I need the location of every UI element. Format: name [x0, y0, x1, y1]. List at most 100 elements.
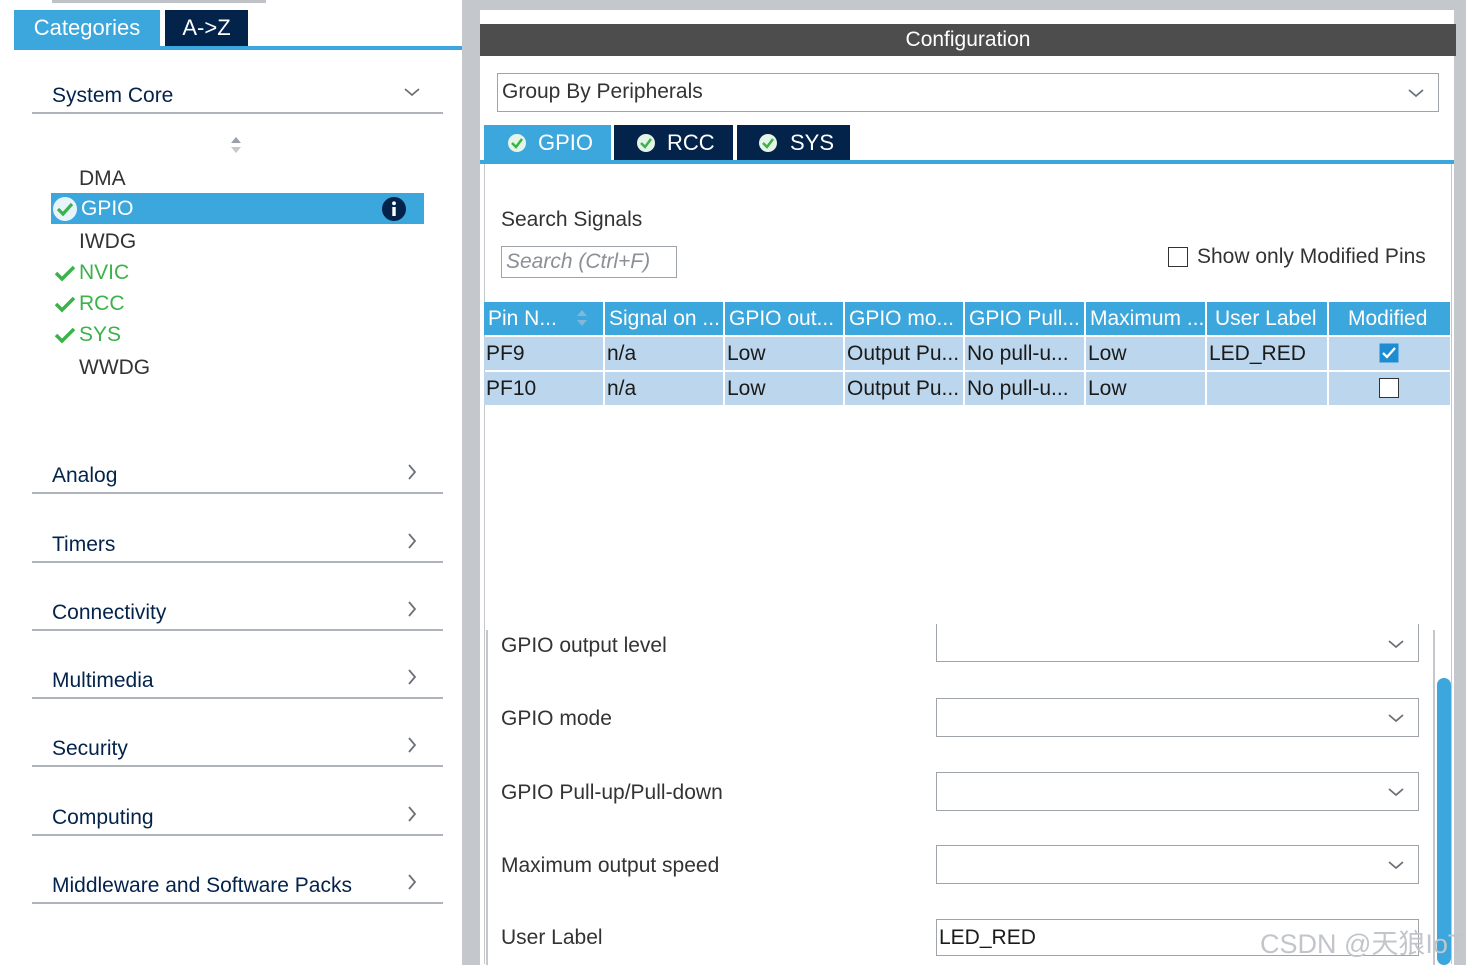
show-modified-checkbox[interactable]	[1168, 247, 1188, 267]
category-middleware[interactable]: Middleware and Software Packs	[32, 862, 443, 904]
cell-gpio-pull: No pull-u...	[965, 372, 1086, 405]
cell-modified	[1329, 337, 1450, 370]
sort-icon	[577, 310, 587, 326]
category-connectivity[interactable]: Connectivity	[32, 589, 443, 631]
configuration-header: Configuration	[480, 24, 1456, 56]
category-analog[interactable]: Analog	[32, 452, 443, 494]
cell-gpio-pull: No pull-u...	[965, 337, 1086, 370]
max-output-speed-label: Maximum output speed	[501, 854, 720, 877]
category-label: Security	[52, 737, 128, 760]
category-timers[interactable]: Timers	[32, 521, 443, 563]
modified-checkbox[interactable]	[1379, 378, 1399, 398]
gpio-config-area	[484, 164, 1452, 964]
check-circle-icon	[637, 134, 655, 152]
chevron-right-icon	[408, 737, 417, 753]
category-multimedia[interactable]: Multimedia	[32, 657, 443, 699]
tab-label: RCC	[667, 130, 715, 155]
cell-gpio-mode: Output Pu...	[845, 337, 965, 370]
chevron-right-icon	[408, 669, 417, 685]
peripheral-item-wwdg[interactable]: WWDG	[51, 352, 424, 383]
item-label: WWDG	[79, 356, 151, 379]
column-header-gpio-output[interactable]: GPIO out...	[725, 302, 845, 335]
item-label: GPIO	[81, 197, 134, 220]
chevron-down-icon	[1388, 714, 1404, 723]
check-circle-icon	[508, 134, 526, 152]
column-header-gpio-mode[interactable]: GPIO mo...	[845, 302, 965, 335]
column-header-signal[interactable]: Signal on ...	[605, 302, 725, 335]
check-circle-icon	[759, 134, 777, 152]
chevron-down-icon	[1408, 89, 1424, 98]
cell-pin: PF9	[484, 337, 605, 370]
cell-modified	[1329, 372, 1450, 405]
cell-user-label: LED_RED	[1207, 337, 1329, 370]
gpio-output-level-label: GPIO output level	[501, 634, 667, 657]
category-security[interactable]: Security	[32, 725, 443, 767]
column-header-max-speed[interactable]: Maximum ...	[1086, 302, 1207, 335]
gpio-mode-select[interactable]	[936, 698, 1419, 737]
gpio-pull-select[interactable]	[936, 772, 1419, 811]
cell-signal: n/a	[605, 372, 725, 405]
tab-underline	[14, 46, 462, 50]
item-label: RCC	[79, 292, 125, 315]
chevron-right-icon	[408, 874, 417, 890]
chevron-down-icon	[1388, 788, 1404, 797]
chevron-right-icon	[408, 601, 417, 617]
category-computing[interactable]: Computing	[32, 794, 443, 836]
column-header-user-label[interactable]: User Label	[1207, 302, 1329, 335]
tab-label: SYS	[790, 130, 835, 155]
category-label: Analog	[52, 464, 118, 487]
watermark: CSDN @天狼IoT	[1260, 929, 1465, 959]
item-label: NVIC	[79, 261, 130, 284]
scrollbar-track[interactable]	[1433, 630, 1435, 965]
checkmark-icon	[54, 327, 76, 344]
item-label: SYS	[79, 323, 122, 346]
peripheral-item-dma[interactable]: DMA	[51, 163, 424, 194]
cell-gpio-mode: Output Pu...	[845, 372, 965, 405]
check-circle-icon	[53, 197, 77, 221]
search-signals-label: Search Signals	[501, 208, 643, 231]
category-system-core[interactable]: System Core	[32, 72, 443, 114]
search-input[interactable]	[501, 246, 677, 278]
checked-checkbox-icon[interactable]	[1379, 343, 1399, 363]
tab-label: GPIO	[538, 130, 594, 155]
tab-a-to-z[interactable]: A->Z	[165, 10, 248, 46]
chevron-right-icon	[408, 806, 417, 822]
gpio-output-level-select[interactable]	[936, 624, 1419, 662]
item-label: IWDG	[79, 230, 137, 253]
item-label: DMA	[79, 167, 126, 190]
user-label-label: User Label	[501, 926, 603, 949]
info-icon[interactable]	[382, 197, 406, 221]
form-left-border	[486, 630, 488, 965]
max-output-speed-select[interactable]	[936, 845, 1419, 884]
tab-sys[interactable]: SYS	[737, 125, 850, 160]
tab-categories[interactable]: Categories	[14, 10, 160, 46]
category-label: Timers	[52, 533, 116, 556]
column-header-modified[interactable]: Modified	[1329, 302, 1450, 335]
chevron-down-icon	[404, 88, 420, 97]
category-label: Multimedia	[52, 669, 154, 692]
cell-gpio-output: Low	[725, 337, 845, 370]
chevron-down-icon	[1388, 640, 1404, 649]
cell-max-speed: Low	[1086, 372, 1207, 405]
column-header-pin[interactable]: Pin N...	[484, 302, 605, 335]
top-stub	[52, 0, 266, 3]
cell-pin: PF10	[484, 372, 605, 405]
column-header-label: Pin N...	[488, 307, 557, 330]
peripheral-item-rcc[interactable]: RCC	[51, 288, 424, 319]
peripheral-item-iwdg[interactable]: IWDG	[51, 226, 424, 257]
peripheral-item-gpio[interactable]: GPIO	[51, 193, 424, 224]
cell-gpio-output: Low	[725, 372, 845, 405]
sort-icon[interactable]	[229, 135, 243, 155]
column-header-gpio-pull[interactable]: GPIO Pull...	[965, 302, 1086, 335]
peripheral-item-nvic[interactable]: NVIC	[51, 257, 424, 288]
group-by-select[interactable]: Group By Peripherals	[497, 73, 1439, 112]
show-modified-label: Show only Modified Pins	[1197, 245, 1426, 268]
chevron-down-icon	[1388, 861, 1404, 870]
cell-user-label	[1207, 372, 1329, 405]
tab-gpio[interactable]: GPIO	[484, 125, 611, 160]
category-label: Connectivity	[52, 601, 167, 624]
tab-rcc[interactable]: RCC	[614, 125, 733, 160]
top-separator	[480, 0, 1456, 10]
chevron-right-icon	[408, 533, 417, 549]
peripheral-item-sys[interactable]: SYS	[51, 319, 424, 350]
